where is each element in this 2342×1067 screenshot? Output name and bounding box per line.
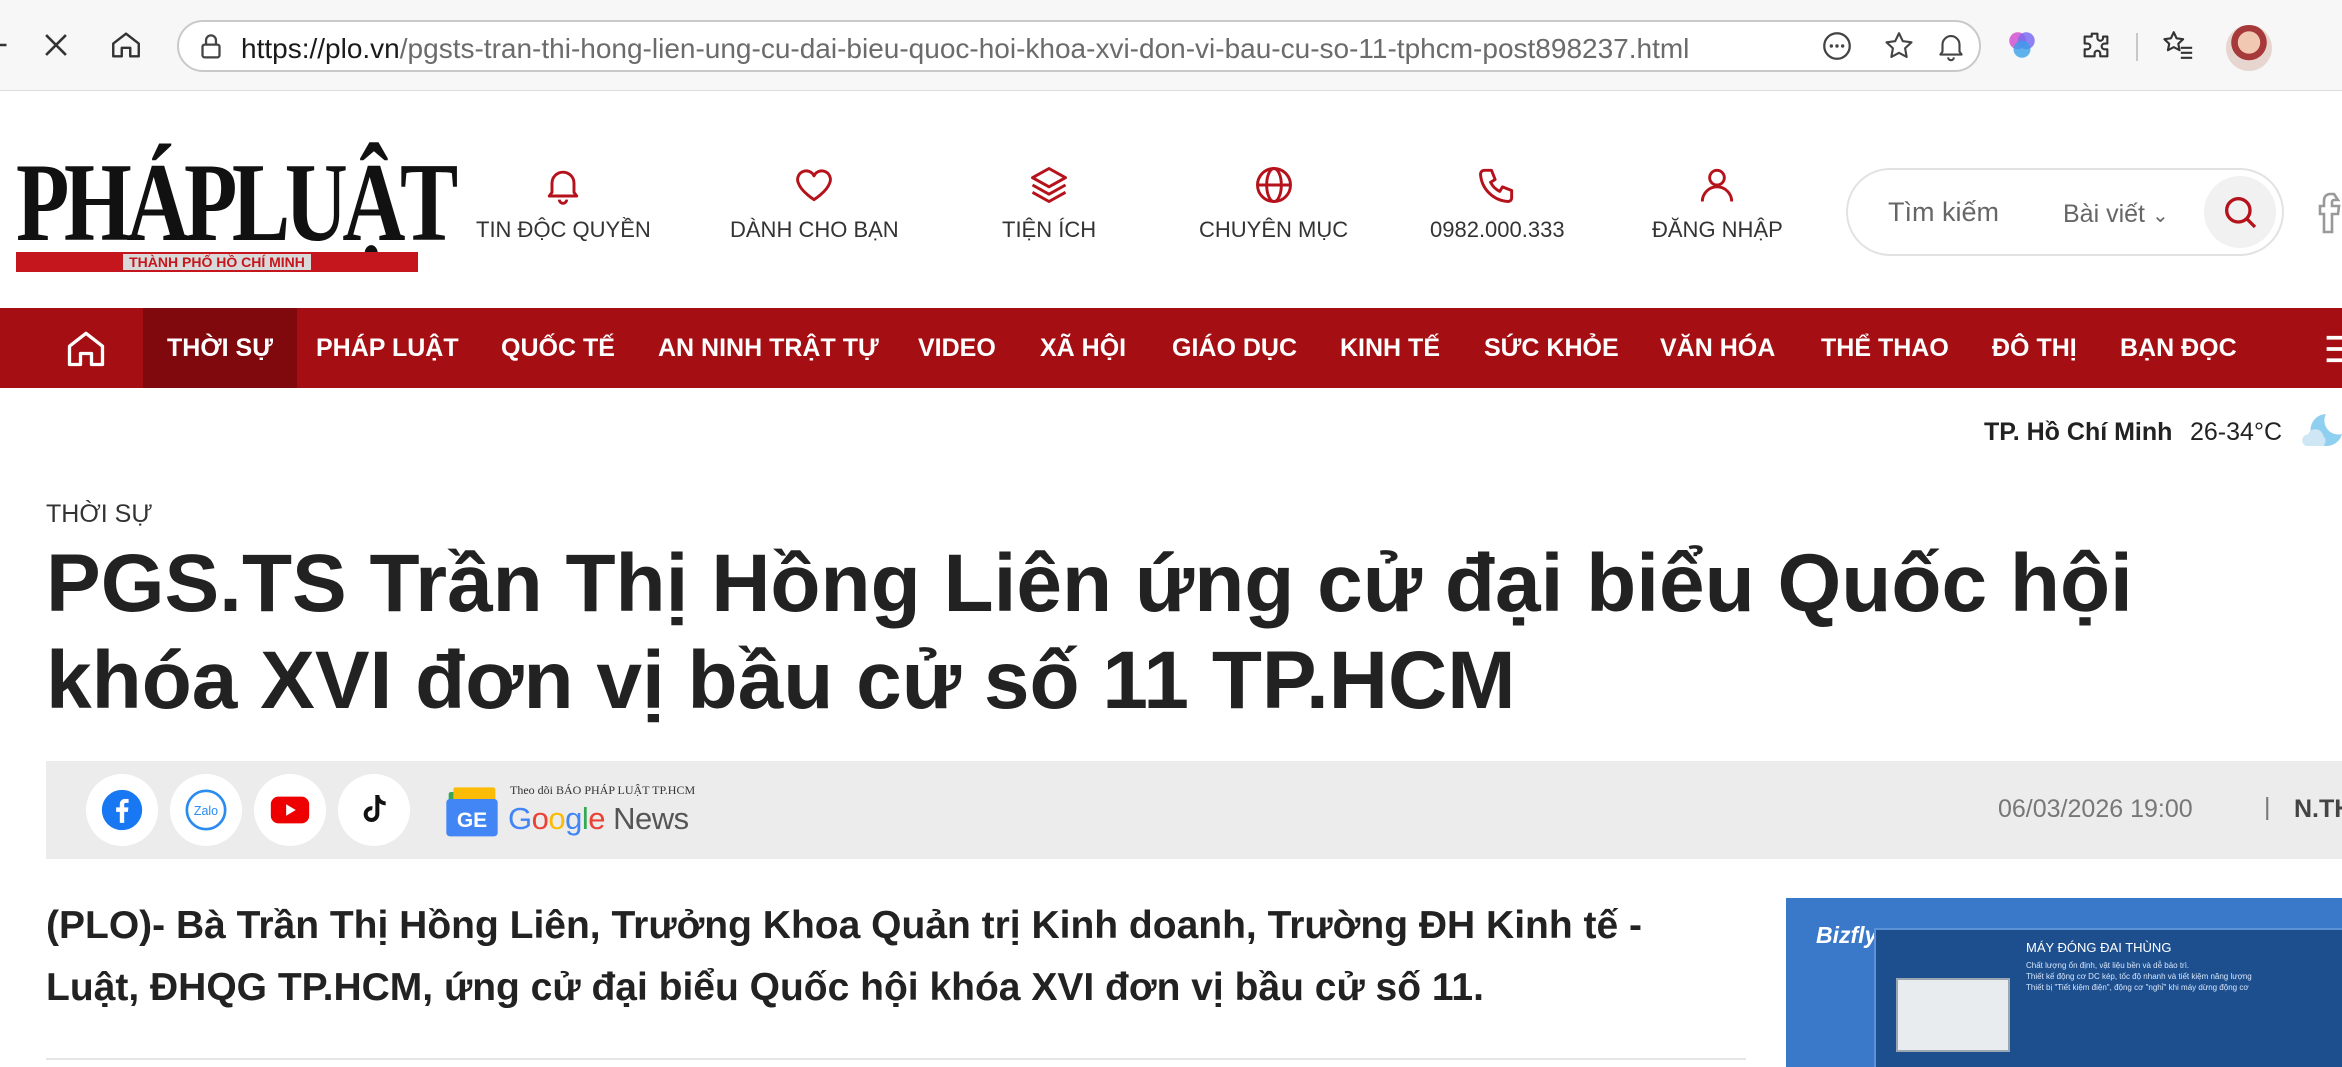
- logo-subtitle: THÀNH PHỐ HỒ CHÍ MINH: [16, 252, 418, 272]
- ad-brand: Bizfly: [1816, 922, 1878, 948]
- gnews-follow-text: Theo dõi BÁO PHÁP LUẬT TP.HCM: [510, 783, 696, 797]
- layers-icon: [1002, 163, 1096, 205]
- article-lead: (PLO)- Bà Trần Thị Hồng Liên, Trưởng Kho…: [46, 904, 1643, 1009]
- nav-tien-ich[interactable]: TIỆN ÍCH: [1002, 163, 1096, 243]
- home-icon[interactable]: [62, 326, 110, 370]
- category-an-ninh-trat-tu[interactable]: AN NINH TRẬT TỰ: [658, 308, 879, 388]
- menu-icon[interactable]: [2326, 334, 2342, 364]
- nav-chuyen-muc[interactable]: CHUYÊN MỤC: [1199, 163, 1348, 243]
- category-giao-duc[interactable]: GIÁO DỤC: [1172, 308, 1297, 388]
- address-bar[interactable]: https://plo.vn/pgsts-tran-thi-hong-lien-…: [177, 20, 1981, 72]
- zalo-icon: Zalo: [185, 789, 227, 831]
- ad-title: MÁY ĐÓNG ĐAI THÙNG: [2026, 940, 2172, 955]
- meta-separator: |: [2264, 793, 2271, 821]
- bell-icon: [476, 163, 651, 205]
- share-facebook[interactable]: [86, 774, 158, 846]
- category-xa-hoi[interactable]: XÃ HỘI: [1040, 308, 1126, 388]
- youtube-icon: [270, 796, 310, 824]
- browser-toolbar: https://plo.vn/pgsts-tran-thi-hong-lien-…: [0, 0, 2342, 91]
- close-icon[interactable]: [36, 25, 76, 65]
- category-kinh-te[interactable]: KINH TẾ: [1340, 308, 1440, 388]
- globe-icon: [1199, 163, 1348, 205]
- user-icon: [1652, 163, 1783, 205]
- nav-label: TIỆN ÍCH: [1002, 217, 1097, 242]
- divider: [46, 1058, 1746, 1060]
- search-input[interactable]: Tìm kiếm: [1888, 197, 1999, 228]
- url-text[interactable]: https://plo.vn/pgsts-tran-thi-hong-lien-…: [241, 33, 1689, 65]
- extensions-icon[interactable]: [2076, 25, 2116, 65]
- category-bar: THỜI SỰ PHÁP LUẬT QUỐC TẾ AN NINH TRẬT T…: [0, 308, 2342, 388]
- weather-city: TP. Hồ Chí Minh: [1984, 418, 2173, 446]
- tiktok-icon: [363, 794, 386, 822]
- back-edge[interactable]: [0, 25, 18, 65]
- home-icon[interactable]: [106, 25, 146, 65]
- search-button[interactable]: [2204, 176, 2276, 248]
- url-path: /pgsts-tran-thi-hong-lien-ung-cu-dai-bie…: [399, 33, 1690, 64]
- category-van-hoa[interactable]: VĂN HÓA: [1660, 308, 1775, 388]
- lock-icon[interactable]: [191, 26, 231, 66]
- ad-product-image: [1896, 978, 2010, 1052]
- bell-icon[interactable]: [1931, 26, 1971, 66]
- nav-label: CHUYÊN MỤC: [1199, 217, 1349, 242]
- nav-label: 0982.000.333: [1430, 217, 1565, 242]
- category-quoc-te[interactable]: QUỐC TẾ: [501, 308, 615, 388]
- star-icon[interactable]: [1879, 26, 1919, 66]
- nav-tin-doc-quyen[interactable]: TIN ĐỘC QUYỀN: [476, 163, 651, 243]
- category-do-thi[interactable]: ĐÔ THỊ: [1992, 308, 2077, 388]
- ad-description: Chất lượng ổn định, vật liệu bền và dễ b…: [2026, 961, 2252, 992]
- share-zalo[interactable]: Zalo: [170, 774, 242, 846]
- section-label[interactable]: THỜI SỰ: [46, 500, 153, 529]
- google-news-icon: GE: [446, 787, 498, 837]
- favorites-icon[interactable]: [2158, 25, 2198, 65]
- weather-temp: 26-34°C: [2190, 418, 2282, 446]
- nav-danh-cho-ban[interactable]: DÀNH CHO BẠN: [730, 163, 899, 243]
- facebook-icon: [101, 789, 143, 831]
- search-icon: [2225, 197, 2257, 229]
- nav-label: TIN ĐỘC QUYỀN: [476, 217, 651, 242]
- toolbar-separator: [2136, 33, 2138, 61]
- more-icon[interactable]: [1817, 26, 1857, 66]
- facebook-icon[interactable]: [2310, 185, 2342, 235]
- search-type-select[interactable]: Bài viết ⌄: [2063, 200, 2169, 229]
- nav-label: DÀNH CHO BẠN: [730, 217, 899, 242]
- page-title: PGS.TS Trần Thị Hồng Liên ứng cử đại biể…: [46, 538, 2133, 726]
- share-youtube[interactable]: [254, 774, 326, 846]
- nav-dang-nhap[interactable]: ĐĂNG NHẬP: [1652, 163, 1783, 243]
- category-phap-luat[interactable]: PHÁP LUẬT: [316, 308, 459, 388]
- nav-hotline[interactable]: 0982.000.333: [1430, 163, 1565, 243]
- avatar[interactable]: [2226, 25, 2272, 71]
- svg-text:Zalo: Zalo: [194, 804, 218, 818]
- logo-text: PHÁPLUẬT: [16, 141, 458, 265]
- svg-text:GE: GE: [457, 809, 487, 832]
- category-thoi-su[interactable]: THỜI SỰ: [143, 308, 297, 388]
- category-video[interactable]: VIDEO: [918, 308, 996, 388]
- url-host: https://plo.vn: [241, 33, 400, 64]
- phone-icon: [1430, 163, 1565, 205]
- gnews-brand: Google News: [508, 801, 689, 836]
- advertisement[interactable]: Bizfly MÁY ĐÓNG ĐAI THÙNG Chất lượng ổn …: [1786, 898, 2342, 1067]
- category-the-thao[interactable]: THỂ THAO: [1821, 308, 1949, 388]
- author-name[interactable]: N.THẢO: [2294, 795, 2342, 824]
- site-logo[interactable]: PHÁPLUẬT THÀNH PHỐ HỒ CHÍ MINH: [16, 147, 458, 274]
- nav-label: ĐĂNG NHẬP: [1652, 217, 1783, 242]
- weather-moon-cloud-icon: [2302, 414, 2342, 446]
- chevron-down-icon: ⌄: [2151, 205, 2169, 227]
- share-bar: Zalo GE Theo dõi BÁO PHÁP LUẬT TP.HCM Go…: [46, 761, 2342, 859]
- copilot-icon[interactable]: [2002, 25, 2042, 65]
- search-box[interactable]: Tìm kiếm Bài viết ⌄: [1846, 168, 2284, 256]
- category-suc-khoe[interactable]: SỨC KHỎE: [1484, 308, 1619, 388]
- publish-datetime: 06/03/2026 19:00: [1998, 795, 2193, 823]
- share-tiktok[interactable]: [338, 774, 410, 846]
- google-news-follow[interactable]: GE Theo dõi BÁO PHÁP LUẬT TP.HCM Google …: [442, 783, 702, 843]
- heart-icon: [730, 163, 899, 205]
- category-ban-doc[interactable]: BẠN ĐỌC: [2120, 308, 2237, 388]
